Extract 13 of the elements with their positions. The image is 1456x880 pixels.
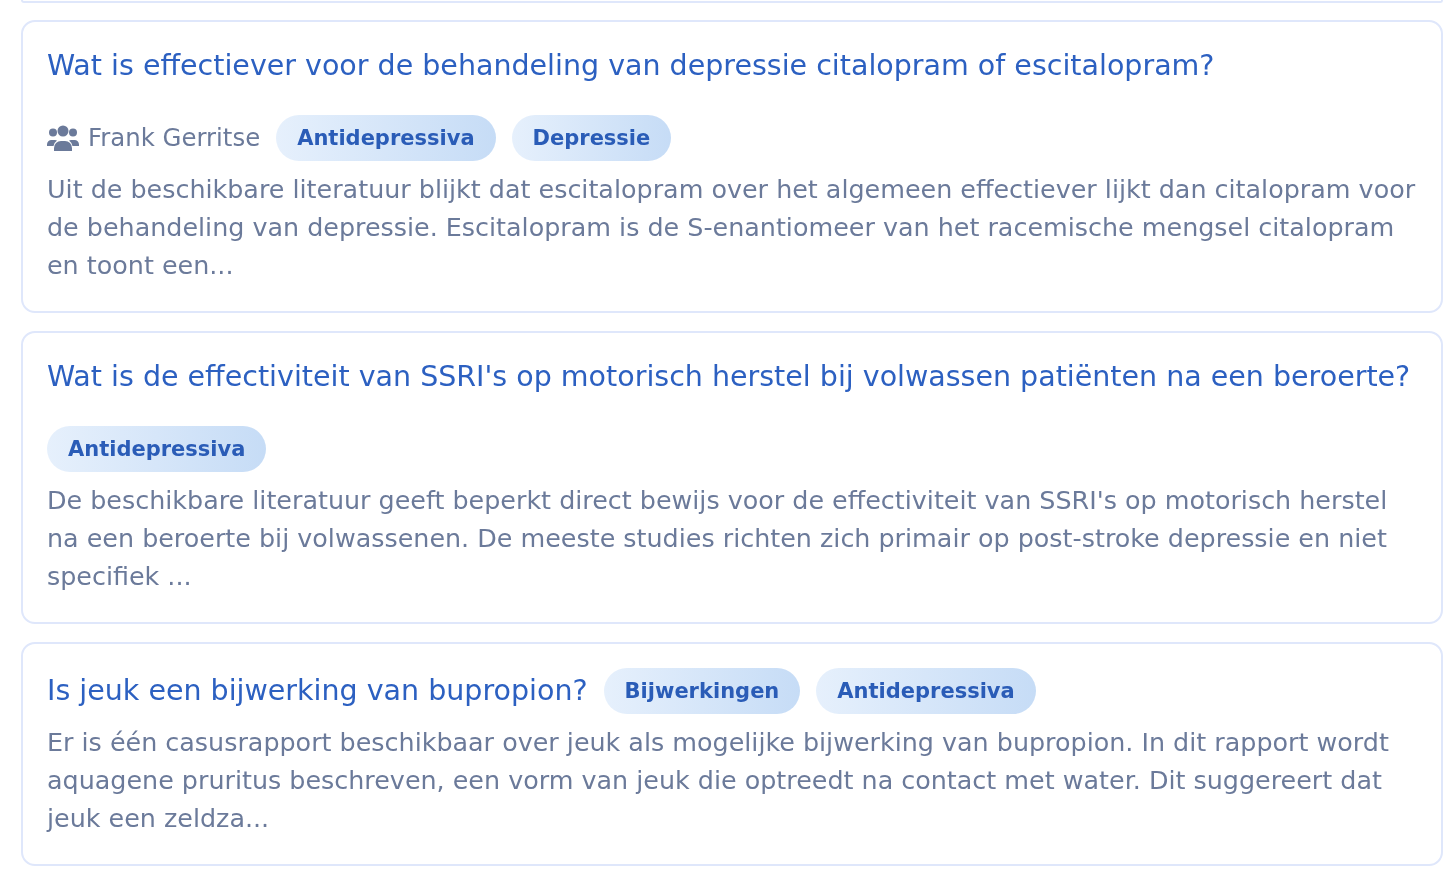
topic-tag: Bijwerkingen — [603, 668, 801, 714]
answer-summary: Uit de beschikbare literatuur blijkt dat escitalopram over het algemeen effectiever lijkt dan citalopram voor de behandeling van depressie. Escitalopram is de S-enantiomeer van het racemische mengsel citalopram en toont een... — [47, 173, 1417, 282]
answer-summary: Er is één casusrapport beschikbaar over jeuk als mogelijke bijwerking van bupropion. In dit rapport wordt aquagene pruritus beschreven, een vorm van jeuk die optreedt na contact met water. Dit suggereert dat jeuk een zeldza... — [47, 726, 1390, 835]
author-name: Frank Gerritse — [88, 122, 261, 154]
topic-tag: Antidepressiva — [276, 115, 496, 161]
answer-summary: De beschikbare literatuur geeft beperkt direct bewijs voor de effectiviteit van SSRI's op motorisch herstel na een beroerte bij volwassenen. De meeste studies richten zich primair op post-stroke depressie en niet specifiek ... — [47, 484, 1389, 593]
topic-tag: Depressie — [511, 115, 672, 161]
question-link[interactable]: Wat is de effectiviteit van SSRI's op motorisch herstel bij volwassen patiënten na een beroerte? — [47, 357, 1411, 397]
question-link[interactable]: Wat is effectiever voor de behandeling van depressie citalopram of escitalopram? — [47, 46, 1215, 86]
people-group-icon — [47, 125, 79, 151]
question-link[interactable]: Is jeuk een bijwerking van bupropion? — [47, 671, 588, 711]
topic-tag: Antidepressiva — [47, 426, 267, 472]
topic-tag: Antidepressiva — [816, 668, 1036, 714]
